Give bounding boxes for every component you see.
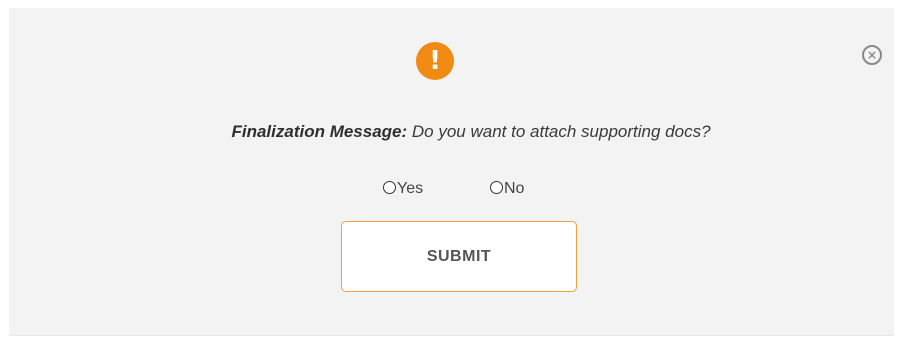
no-radio[interactable]: [490, 180, 503, 194]
attach-docs-options: Yes No: [9, 178, 894, 202]
yes-label: Yes: [397, 180, 424, 197]
no-label: No: [504, 180, 525, 197]
finalization-message: Finalization Message: Do you want to att…: [9, 122, 901, 142]
close-icon[interactable]: ×: [862, 45, 882, 65]
message-label: Finalization Message:: [231, 122, 408, 141]
yes-radio[interactable]: [383, 180, 396, 194]
option-yes[interactable]: Yes: [383, 178, 424, 197]
exclamation-icon: !: [416, 42, 454, 80]
finalization-dialog: ! × Finalization Message: Do you want to…: [9, 8, 894, 336]
message-text: Do you want to attach supporting docs?: [407, 122, 711, 141]
option-no[interactable]: No: [490, 178, 525, 197]
submit-button[interactable]: SUBMIT: [341, 221, 577, 292]
